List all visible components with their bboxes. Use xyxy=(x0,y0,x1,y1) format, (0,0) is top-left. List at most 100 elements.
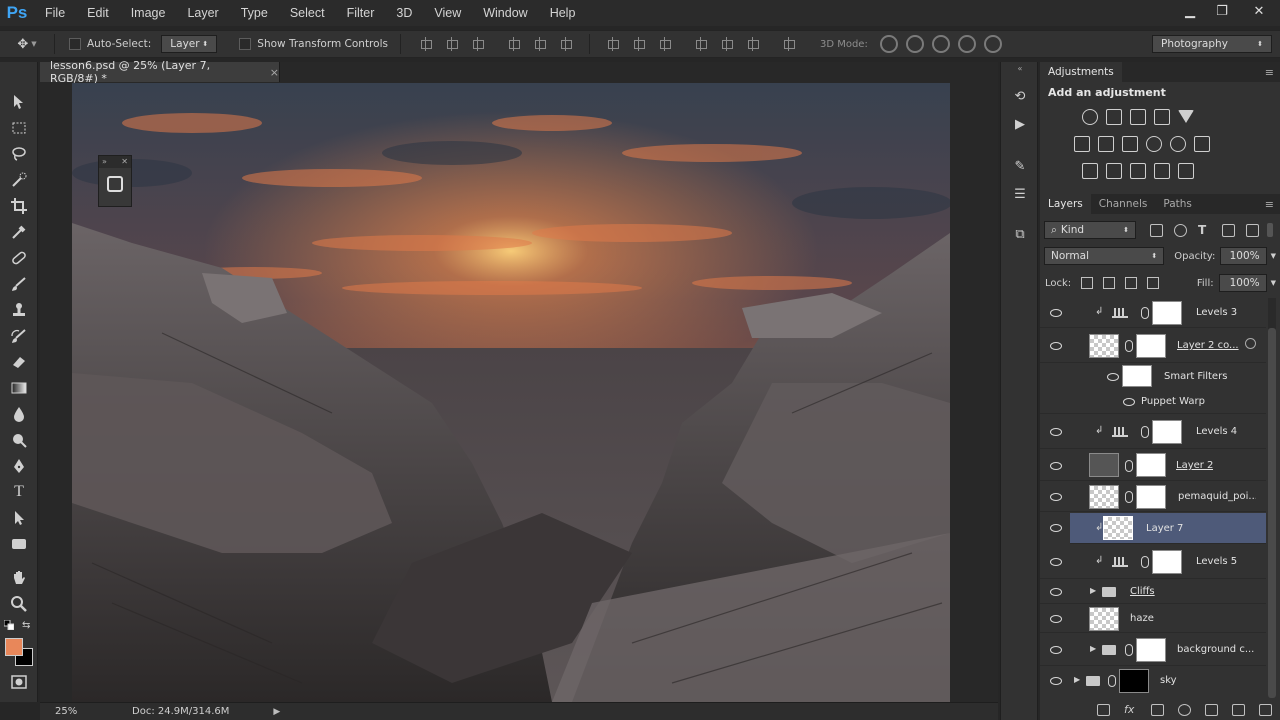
3d-roll-icon[interactable] xyxy=(905,35,924,53)
layer-thumbnail[interactable] xyxy=(1089,453,1119,477)
expand-panels-icon[interactable]: « xyxy=(1009,62,1031,74)
layer-mask-thumbnail[interactable] xyxy=(1152,550,1182,574)
visibility-eye-icon[interactable] xyxy=(1049,459,1063,473)
channel-mixer-icon[interactable] xyxy=(1170,135,1186,152)
group-mask-thumbnail[interactable] xyxy=(1119,669,1149,693)
foreground-color-swatch[interactable] xyxy=(5,638,23,656)
quick-mask-button[interactable] xyxy=(9,672,29,692)
minimize-button[interactable]: ▁ xyxy=(1174,0,1206,22)
align-right-icon[interactable] xyxy=(558,37,574,51)
quick-selection-tool[interactable] xyxy=(9,170,29,190)
menu-image[interactable]: Image xyxy=(120,0,177,26)
visibility-eye-icon[interactable] xyxy=(1122,395,1136,409)
filter-pixel-icon[interactable] xyxy=(1150,223,1163,237)
chevron-down-icon[interactable]: ▼ xyxy=(1271,279,1276,287)
new-group-icon[interactable] xyxy=(1205,704,1218,716)
distribute-right-icon[interactable] xyxy=(745,37,761,51)
visibility-eye-icon[interactable] xyxy=(1049,585,1063,599)
layer-row[interactable]: Layer 2 co... xyxy=(1040,329,1266,363)
menu-window[interactable]: Window xyxy=(472,0,538,26)
pen-tool[interactable] xyxy=(9,456,29,476)
show-transform-checkbox[interactable] xyxy=(239,38,252,50)
layer-thumbnail[interactable] xyxy=(1103,516,1133,540)
posterize-icon[interactable] xyxy=(1106,162,1122,179)
distribute-bottom-icon[interactable] xyxy=(657,37,673,51)
marquee-tool[interactable] xyxy=(9,118,29,138)
hand-tool[interactable] xyxy=(9,568,29,588)
visibility-eye-icon[interactable] xyxy=(1049,643,1063,657)
distribute-top-icon[interactable] xyxy=(605,37,621,51)
3d-pan-icon[interactable] xyxy=(931,35,950,53)
brush-tool[interactable] xyxy=(9,274,29,294)
auto-select-dropdown[interactable]: Layer ⬍ xyxy=(161,35,218,53)
menu-select[interactable]: Select xyxy=(279,0,336,26)
expand-triangle-icon[interactable]: ▶ xyxy=(1090,586,1096,595)
curves-icon[interactable] xyxy=(1130,108,1146,125)
3d-slide-icon[interactable] xyxy=(957,35,976,53)
3d-rotate-icon[interactable] xyxy=(879,35,898,53)
history-brush-tool[interactable] xyxy=(9,326,29,346)
filter-name[interactable]: Puppet Warp xyxy=(1141,396,1205,407)
visibility-eye-icon[interactable] xyxy=(1049,490,1063,504)
layer-mask-thumbnail[interactable] xyxy=(1136,334,1166,358)
type-tool[interactable]: T xyxy=(9,482,29,502)
collapse-icon[interactable]: » xyxy=(102,156,107,168)
move-tool[interactable] xyxy=(9,92,29,112)
eyedropper-tool[interactable] xyxy=(9,222,29,242)
lasso-tool[interactable] xyxy=(9,144,29,164)
3d-scale-icon[interactable] xyxy=(983,35,1002,53)
close-window-button[interactable]: ✕ xyxy=(1238,0,1280,22)
gradient-tool[interactable] xyxy=(9,378,29,398)
visibility-eye-icon[interactable] xyxy=(1049,674,1063,688)
canvas[interactable] xyxy=(72,83,950,702)
swap-colors-icon[interactable]: ⇆ xyxy=(22,620,30,631)
rectangle-tool[interactable] xyxy=(9,534,29,554)
eraser-tool[interactable] xyxy=(9,352,29,372)
layer-name[interactable]: Levels 3 xyxy=(1196,307,1237,318)
fx-icon[interactable]: fx xyxy=(1124,704,1137,716)
group-name[interactable]: background c... xyxy=(1177,644,1255,655)
history-button[interactable]: ⟲ xyxy=(1009,86,1031,106)
align-bottom-icon[interactable] xyxy=(470,37,486,51)
layer-row[interactable]: ↲ Levels 4 xyxy=(1040,415,1266,449)
group-name[interactable]: sky xyxy=(1160,675,1177,686)
tab-channels[interactable]: Channels xyxy=(1091,194,1156,214)
zoom-tool[interactable] xyxy=(9,594,29,614)
properties-button[interactable] xyxy=(99,168,131,192)
tab-paths[interactable]: Paths xyxy=(1155,194,1200,214)
layer-row-selected[interactable]: ↲ Layer 7 xyxy=(1070,513,1266,544)
layer-name[interactable]: Levels 5 xyxy=(1196,556,1237,567)
auto-select-checkbox[interactable] xyxy=(69,38,81,50)
black-white-icon[interactable] xyxy=(1122,135,1138,152)
tab-layers[interactable]: Layers xyxy=(1040,194,1091,214)
visibility-eye-icon[interactable] xyxy=(1049,339,1063,353)
layer-row[interactable]: ↲ Levels 5 xyxy=(1040,545,1266,579)
lock-image-icon[interactable] xyxy=(1103,277,1116,289)
layer-name[interactable]: pemaquid_poi... xyxy=(1178,491,1256,502)
align-top-icon[interactable] xyxy=(418,37,434,51)
trash-icon[interactable] xyxy=(1259,704,1272,716)
layer-row[interactable]: haze xyxy=(1040,605,1266,633)
gradient-map-icon[interactable] xyxy=(1178,162,1194,179)
clone-source-button[interactable]: ⧉ xyxy=(1009,224,1031,244)
visibility-eye-icon[interactable] xyxy=(1106,370,1120,384)
blur-tool[interactable] xyxy=(9,404,29,424)
menu-layer[interactable]: Layer xyxy=(176,0,229,26)
close-document-icon[interactable]: × xyxy=(270,66,279,79)
align-vcenter-icon[interactable] xyxy=(444,37,460,51)
hue-saturation-icon[interactable] xyxy=(1074,135,1090,152)
link-layers-icon[interactable] xyxy=(1097,704,1110,716)
group-row[interactable]: ▶ background c... xyxy=(1040,634,1266,666)
group-row[interactable]: ▶ sky xyxy=(1040,667,1266,696)
auto-align-icon[interactable] xyxy=(781,37,797,51)
restore-button[interactable]: ❐ xyxy=(1206,0,1238,22)
visibility-eye-icon[interactable] xyxy=(1049,555,1063,569)
add-mask-icon[interactable] xyxy=(1151,704,1164,716)
layer-mask-thumbnail[interactable] xyxy=(1136,453,1166,477)
filter-type-icon[interactable]: T xyxy=(1198,224,1211,237)
tool-preset-picker[interactable]: ✥ ▼ xyxy=(0,37,54,52)
layer-mask-thumbnail[interactable] xyxy=(1136,485,1166,509)
path-selection-tool[interactable] xyxy=(9,508,29,528)
new-layer-icon[interactable] xyxy=(1232,704,1245,716)
menu-view[interactable]: View xyxy=(423,0,472,26)
